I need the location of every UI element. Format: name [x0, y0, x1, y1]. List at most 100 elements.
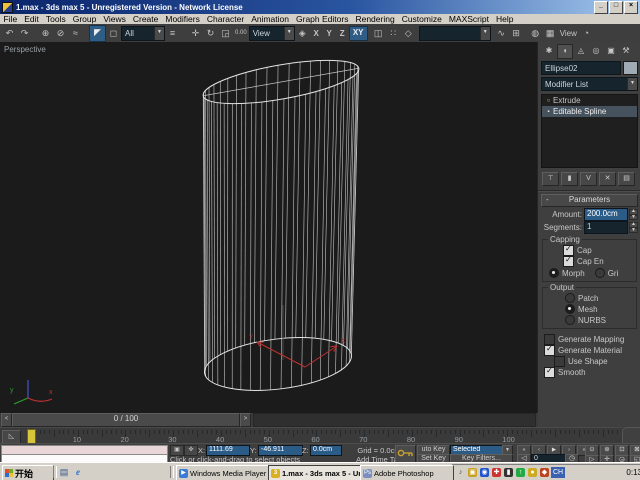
modifier-stack-item[interactable]: ▪Editable Spline [542, 106, 637, 117]
snap-percent-label[interactable]: 0.00 [233, 30, 249, 36]
menu-character[interactable]: Character [203, 14, 247, 24]
menu-rendering[interactable]: Rendering [352, 14, 398, 24]
viewport-perspective[interactable]: YXxy Perspective [0, 42, 537, 413]
bind-to-space-warp-icon[interactable]: ≈ [68, 26, 83, 41]
dropdown-arrow-icon[interactable] [627, 78, 637, 90]
menu-animation[interactable]: Animation [248, 14, 293, 24]
z-coord-field[interactable]: 0.0cm [310, 445, 342, 456]
close-button[interactable]: × [624, 1, 638, 14]
restrict-z-button[interactable]: Z [336, 27, 349, 40]
restrict-xy-plane-button[interactable]: XY [349, 26, 368, 41]
restrict-x-button[interactable]: X [310, 27, 323, 40]
start-button[interactable]: 开始 [2, 465, 54, 480]
viewport-label[interactable]: Perspective [4, 45, 46, 54]
tab-create[interactable]: ✱ [542, 44, 556, 57]
grid-radio[interactable]: Gri [595, 268, 619, 278]
segments-field[interactable]: 1 [584, 221, 628, 234]
task-button[interactable]: ▶Windows Media Player [176, 465, 270, 480]
array-icon[interactable]: ∷ [386, 26, 401, 41]
cap-end-checkbox[interactable]: Cap En [563, 256, 634, 266]
selection-region-icon[interactable]: ◻ [106, 26, 121, 41]
remove-modifier-icon[interactable]: ✕ [599, 172, 616, 186]
select-by-name-icon[interactable]: ≡ [165, 26, 180, 41]
menu-modifiers[interactable]: Modifiers [162, 14, 203, 24]
tray-icon[interactable]: ✚ [492, 468, 501, 477]
pin-stack-icon[interactable]: ⊤ [542, 172, 559, 186]
quick-render-icon[interactable]: ◔ [579, 26, 594, 41]
internet-explorer-icon[interactable]: e [72, 466, 84, 478]
collapse-icon[interactable]: - [546, 195, 549, 205]
tab-display[interactable]: ▣ [604, 44, 618, 57]
tab-motion[interactable]: ◎ [589, 44, 603, 57]
named-selection-sets-dropdown[interactable] [419, 26, 491, 41]
time-slider-handle[interactable]: 0 / 100 [12, 413, 240, 427]
menu-file[interactable]: File [0, 14, 21, 24]
configure-modifier-sets-icon[interactable]: ▤ [618, 172, 635, 186]
time-slider-prev-button[interactable]: < [1, 413, 12, 427]
object-name-field[interactable]: Ellipse02 [541, 61, 621, 75]
material-editor-icon[interactable]: ◍ [528, 26, 543, 41]
show-end-result-icon[interactable]: ▮ [561, 172, 578, 186]
align-icon[interactable]: ◇ [401, 26, 416, 41]
dropdown-arrow-icon[interactable] [154, 27, 164, 40]
tray-icon[interactable]: ◉ [480, 468, 489, 477]
menu-maxscript[interactable]: MAXScript [445, 14, 492, 24]
menu-edit[interactable]: Edit [21, 14, 43, 24]
tray-icon[interactable]: ◆ [540, 468, 549, 477]
menu-customize[interactable]: Customize [398, 14, 445, 24]
mini-curve-editor-button[interactable]: ◺ [2, 430, 21, 444]
menu-help[interactable]: Help [493, 14, 517, 24]
time-slider-next-button[interactable]: > [240, 413, 251, 427]
cap-start-checkbox[interactable]: Cap [563, 245, 634, 255]
redo-icon[interactable]: ↷ [17, 26, 32, 41]
volume-icon[interactable]: ♪ [456, 468, 465, 477]
minimize-button[interactable]: _ [594, 1, 608, 14]
time-slider-track[interactable] [253, 413, 536, 427]
render-scene-icon[interactable]: ▦ [543, 26, 558, 41]
time-marker[interactable] [27, 429, 36, 444]
tray-icon[interactable]: ↑ [516, 468, 525, 477]
modifier-stack-item[interactable]: ○Extrude [542, 95, 637, 106]
dropdown-arrow-icon[interactable] [284, 27, 294, 40]
restrict-y-button[interactable]: Y [323, 27, 336, 40]
maximize-button[interactable]: □ [609, 1, 623, 14]
tab-modify[interactable]: ◖ [557, 44, 573, 59]
viewport-canvas[interactable]: YXxy [0, 42, 537, 413]
menu-graph-editors[interactable]: Graph Editors [293, 14, 352, 24]
morph-radio[interactable]: Morph [549, 268, 585, 278]
select-object-icon[interactable]: ◤ [89, 25, 106, 42]
checkbox-smooth[interactable]: Smooth [544, 367, 640, 377]
output-option-mesh[interactable]: Mesh [565, 304, 634, 314]
menu-create[interactable]: Create [129, 14, 162, 24]
menu-views[interactable]: Views [100, 14, 130, 24]
set-keys-button[interactable] [395, 445, 416, 463]
select-and-move-icon[interactable]: ✛ [188, 26, 203, 41]
segments-spinner[interactable] [629, 222, 638, 233]
amount-spinner[interactable] [629, 209, 638, 220]
schematic-view-icon[interactable]: ⊞ [509, 26, 524, 41]
spinner-down-icon[interactable] [629, 215, 638, 221]
track-bar[interactable]: 102030405060708090100 ◺ [0, 427, 622, 444]
checkbox-use-shape[interactable]: Use Shape [554, 356, 640, 366]
transform-gizmo[interactable]: YX [249, 305, 345, 367]
menu-group[interactable]: Group [69, 14, 100, 24]
output-option-patch[interactable]: Patch [565, 293, 634, 303]
menu-tools[interactable]: Tools [42, 14, 69, 24]
extruded-ellipse-object[interactable] [200, 52, 362, 398]
output-option-nurbs[interactable]: NURBS [565, 315, 634, 325]
dropdown-arrow-icon[interactable] [480, 27, 490, 40]
reference-coordinate-dropdown[interactable]: View [249, 26, 295, 41]
show-desktop-icon[interactable]: ▤ [58, 466, 70, 478]
tab-utilities[interactable]: ⚒ [619, 44, 633, 57]
object-color-swatch[interactable] [623, 61, 638, 75]
tray-icon[interactable]: ● [528, 468, 537, 477]
curve-editor-icon[interactable]: ∿ [494, 26, 509, 41]
select-and-scale-icon[interactable]: ◲ [218, 26, 233, 41]
tray-icon[interactable]: ▣ [468, 468, 477, 477]
checkbox-generate-mapping[interactable]: Generate Mapping [544, 334, 640, 344]
modifier-list-dropdown[interactable]: Modifier List [541, 77, 638, 91]
use-pivot-point-icon[interactable]: ◈ [295, 26, 310, 41]
task-button[interactable]: PsAdobe Photoshop [360, 465, 454, 480]
undo-icon[interactable]: ↶ [2, 26, 17, 41]
language-indicator[interactable]: CH [551, 467, 565, 478]
